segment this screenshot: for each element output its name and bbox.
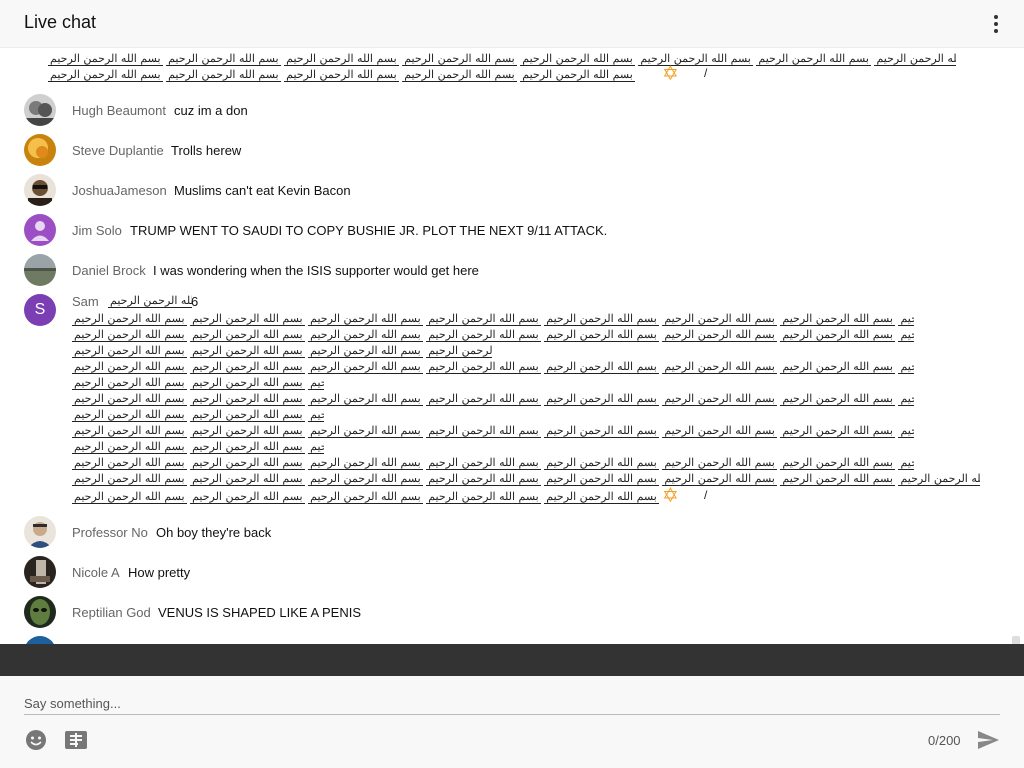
message-text: 6	[191, 294, 199, 309]
chat-message: Steve Duplantie Trolls herew	[24, 134, 1004, 166]
avatar[interactable]	[24, 636, 56, 644]
calligraphy-line: بسم الله الرحمن الرحيم	[108, 294, 192, 308]
author-name[interactable]: Hugh Beaumont	[72, 103, 166, 118]
calligraphy-line: بسم الله الرحمن الرحيم بسم الله الرحمن ا…	[72, 408, 324, 422]
char-counter: 0/200	[928, 733, 961, 748]
chat-message: Jim Solo TRUMP WENT TO SAUDI TO COPY BUS…	[24, 214, 1004, 246]
slash-glyph: /	[704, 488, 708, 502]
author-name[interactable]: Nicole A	[72, 565, 120, 580]
avatar[interactable]	[24, 596, 56, 628]
author-name[interactable]: Steve Duplantie	[72, 143, 164, 158]
author-name[interactable]: Jim Solo	[72, 223, 122, 238]
calligraphy-line: بسم الله الرحمن الرحيم بسم الله الرحمن ا…	[72, 440, 324, 454]
chat-message: JoshuaJameson Muslims can't eat Kevin Ba…	[24, 174, 1004, 206]
avatar[interactable]	[24, 556, 56, 588]
composer	[0, 676, 1024, 768]
input-underline	[24, 714, 1000, 715]
message-text: How pretty	[128, 565, 191, 580]
calligraphy-line: بسم الله الرحمن الرحيم بسم الله الرحمن ا…	[48, 52, 956, 66]
calligraphy-line: بسم الله الرحمن الرحيم بسم الله الرحمن ا…	[48, 68, 638, 82]
message-text: Muslims can't eat Kevin Bacon	[174, 183, 351, 198]
calligraphy-line: بسم الله الرحمن الرحيم بسم الله الرحمن ا…	[72, 344, 492, 358]
calligraphy-line: بسم الله الرحمن الرحيم بسم الله الرحمن ا…	[72, 328, 914, 342]
calligraphy-line: بسم الله الرحمن الرحيم بسم الله الرحمن ا…	[72, 472, 980, 486]
chat-message: Reptilian God VENUS IS SHAPED LIKE A PEN…	[24, 596, 1004, 628]
message-text: TRUMP WENT TO SAUDI TO COPY BUSHIE JR. P…	[130, 223, 608, 238]
chat-messages[interactable]: بسم الله الرحمن الرحيم بسم الله الرحمن ا…	[0, 48, 1024, 644]
avatar[interactable]: S	[24, 294, 56, 326]
divider-bar	[0, 644, 1024, 676]
avatar[interactable]	[24, 516, 56, 548]
star-of-david-icon: ✡	[662, 485, 679, 507]
chat-message: ✦	[24, 636, 1004, 644]
chat-message: Nicole A How pretty	[24, 556, 1004, 588]
chat-message: S Sam بسم الله الرحمن الرحيم 6 بسم الله …	[24, 294, 1004, 508]
chat-message: Daniel Brock I was wondering when the IS…	[24, 254, 1004, 286]
message-text: Oh boy they're back	[156, 525, 272, 540]
avatar[interactable]	[24, 134, 56, 166]
chat-title: Live chat	[24, 12, 97, 32]
chat-message: Hugh Beaumont cuz im a don	[24, 94, 1004, 126]
author-name[interactable]: Daniel Brock	[72, 263, 146, 278]
avatar-letter: S	[34, 301, 46, 318]
author-name[interactable]: Reptilian God	[72, 605, 151, 620]
message-text: cuz im a don	[174, 103, 248, 118]
chat-message: Professor No Oh boy they're back	[24, 516, 1004, 548]
calligraphy-line: بسم الله الرحمن الرحيم بسم الله الرحمن ا…	[72, 456, 914, 470]
calligraphy-line: بسم الله الرحمن الرحيم بسم الله الرحمن ا…	[72, 392, 914, 406]
avatar[interactable]	[24, 174, 56, 206]
author-name[interactable]: Professor No	[72, 525, 148, 540]
author-name[interactable]: JoshuaJameson	[72, 183, 167, 198]
avatar[interactable]	[24, 94, 56, 126]
calligraphy-line: بسم الله الرحمن الرحيم بسم الله الرحمن ا…	[72, 312, 914, 326]
emoji-icon[interactable]	[24, 728, 48, 752]
star-of-david-icon: ✡	[662, 63, 679, 85]
calligraphy-line: بسم الله الرحمن الرحيم بسم الله الرحمن ا…	[72, 490, 662, 504]
calligraphy-line: بسم الله الرحمن الرحيم بسم الله الرحمن ا…	[72, 424, 914, 438]
slash-glyph: /	[704, 66, 708, 80]
chat-input[interactable]	[24, 694, 1000, 712]
calligraphy-line: بسم الله الرحمن الرحيم بسم الله الرحمن ا…	[72, 376, 324, 390]
calligraphy-line: بسم الله الرحمن الرحيم بسم الله الرحمن ا…	[72, 360, 914, 374]
message-text: I was wondering when the ISIS supporter …	[153, 263, 479, 278]
message-text: VENUS IS SHAPED LIKE A PENIS	[158, 605, 362, 620]
avatar[interactable]	[24, 214, 56, 246]
send-icon[interactable]	[976, 728, 1000, 752]
avatar[interactable]	[24, 254, 56, 286]
message-text: Trolls herew	[171, 143, 242, 158]
more-vert-icon[interactable]	[984, 12, 1008, 36]
superchat-icon[interactable]	[64, 728, 88, 752]
chat-header: Live chat	[0, 0, 1024, 48]
author-name[interactable]: Sam	[72, 294, 99, 309]
